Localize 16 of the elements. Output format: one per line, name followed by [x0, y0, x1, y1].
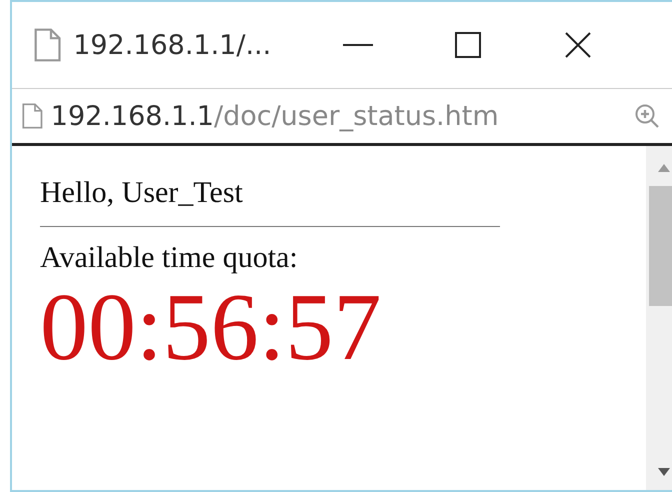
- quota-time: 00:56:57: [40, 279, 382, 375]
- maximize-icon: [455, 32, 482, 58]
- scroll-thumb[interactable]: [649, 186, 672, 306]
- address-path[interactable]: /doc/user_status.htm: [214, 100, 499, 132]
- minimize-icon: [343, 43, 374, 47]
- document-icon: [22, 103, 43, 129]
- address-host[interactable]: 192.168.1.1: [50, 100, 214, 132]
- scroll-down-icon[interactable]: [658, 468, 670, 476]
- scroll-up-icon[interactable]: [658, 164, 670, 172]
- close-icon: [564, 31, 592, 59]
- greeting-text: Hello, User_Test: [40, 176, 244, 210]
- document-icon: [34, 28, 62, 62]
- quota-label: Available time quota:: [40, 241, 299, 275]
- zoom-icon[interactable]: [634, 103, 660, 129]
- scrollbar[interactable]: [646, 146, 672, 490]
- window-title: 192.168.1.1/...: [73, 30, 272, 60]
